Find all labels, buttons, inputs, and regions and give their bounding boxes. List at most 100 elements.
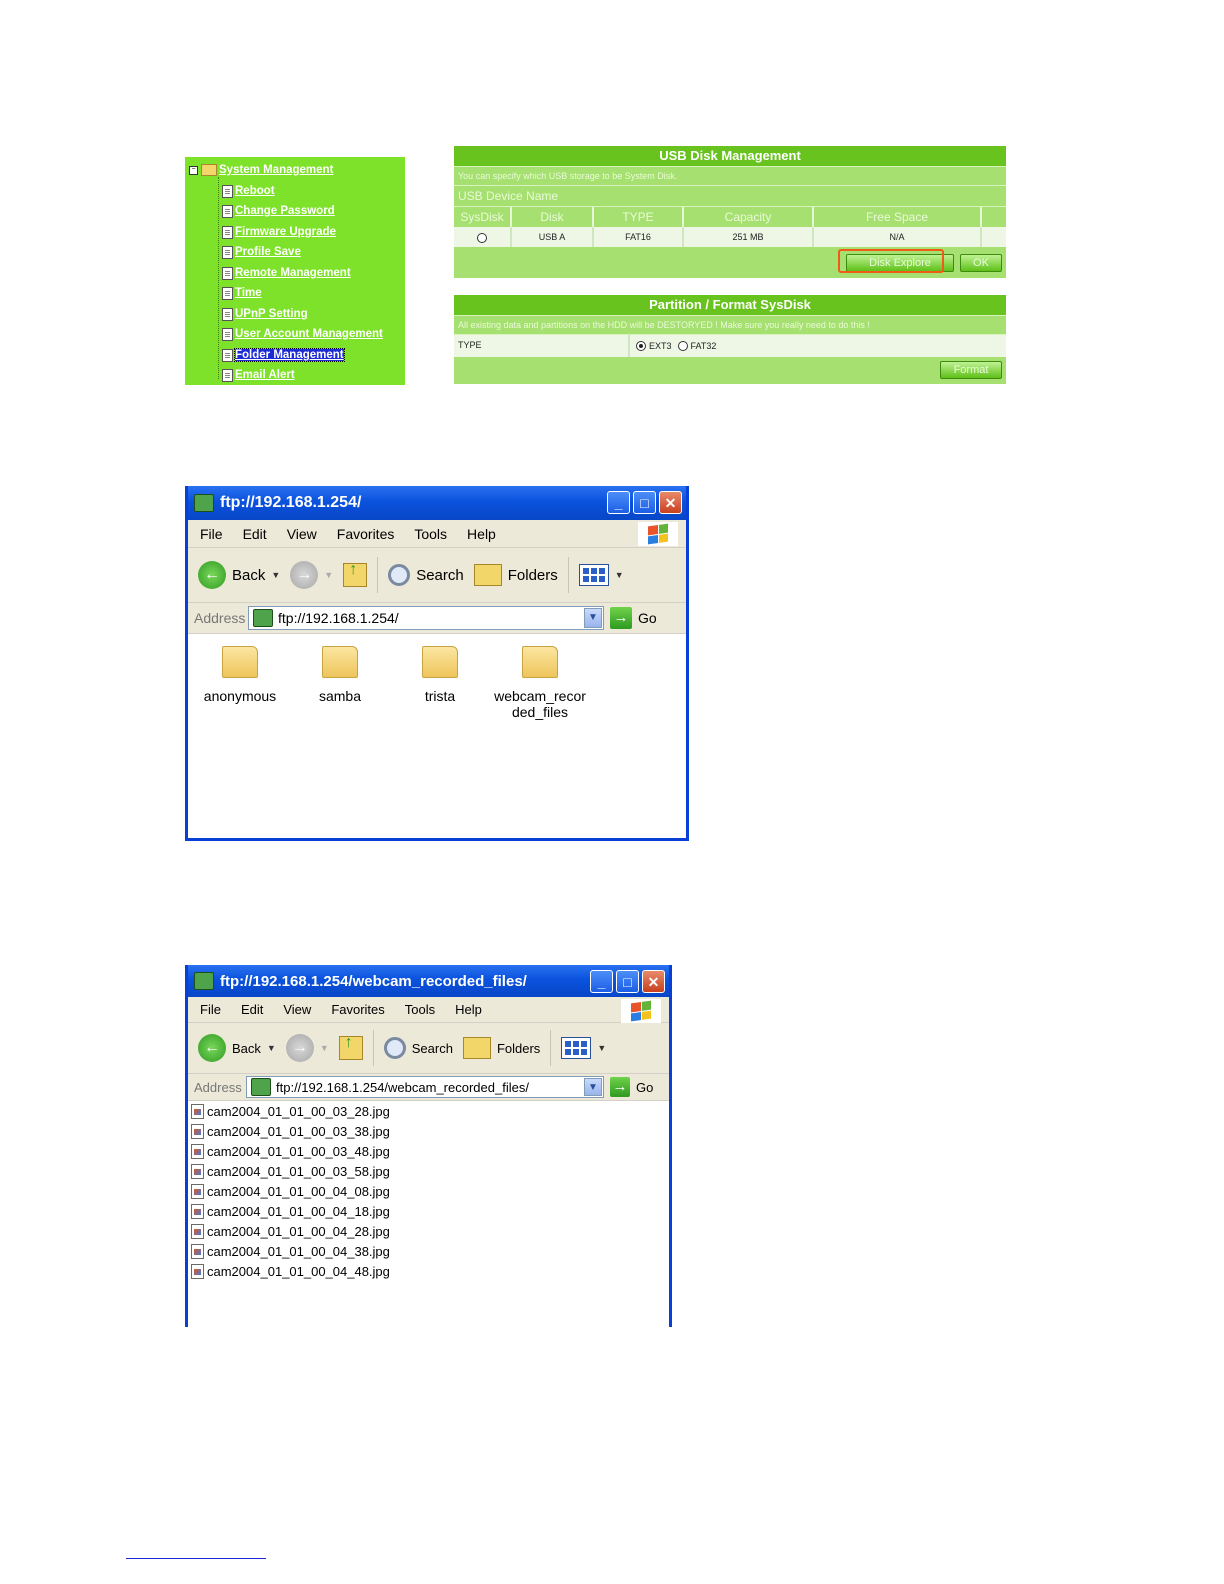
list-item[interactable]: cam2004_01_01_00_03_28.jpg [191, 1102, 390, 1121]
menu-tools[interactable]: Tools [405, 1002, 435, 1017]
collapse-icon[interactable]: − [189, 165, 198, 175]
tree-item-upnp-setting[interactable]: UPnP Setting [222, 305, 308, 323]
format-button[interactable]: Format [940, 361, 1002, 379]
list-item[interactable]: cam2004_01_01_00_03_48.jpg [191, 1142, 390, 1161]
tree-item-label[interactable]: Change Password [235, 205, 335, 217]
tree-item-label[interactable]: Time [235, 287, 262, 299]
address-input[interactable]: ftp://192.168.1.254/webcam_recorded_file… [246, 1076, 604, 1098]
tree-connector [218, 177, 220, 379]
close-button[interactable]: ✕ [659, 491, 682, 514]
tree-item-label[interactable]: User Account Management [235, 328, 383, 340]
maximize-button[interactable]: □ [633, 491, 656, 514]
tree-root[interactable]: − System Management [189, 162, 333, 178]
dropdown-arrow-icon[interactable]: ▼ [324, 570, 333, 580]
page-icon [222, 225, 233, 239]
tree-item-folder-management[interactable]: Folder Management [222, 346, 345, 364]
tree-item-time[interactable]: Time [222, 284, 262, 302]
minimize-button[interactable]: _ [607, 491, 630, 514]
title-bar[interactable]: ftp://192.168.1.254/webcam_recorded_file… [188, 965, 669, 997]
tree-item-firmware-upgrade[interactable]: Firmware Upgrade [222, 223, 336, 241]
up-button[interactable] [338, 1034, 363, 1060]
usb-device-name-label: USB Device Name [454, 185, 1006, 206]
list-item[interactable]: cam2004_01_01_00_04_28.jpg [191, 1222, 390, 1241]
folder-webcam-recorded-files[interactable]: webcam_recor ded_files [490, 646, 590, 720]
address-dropdown-icon[interactable]: ▼ [584, 608, 602, 628]
address-label: Address [194, 610, 246, 626]
go-button[interactable]: → Go [610, 1077, 653, 1097]
menu-bar: File Edit View Favorites Tools Help [188, 997, 669, 1023]
search-button[interactable]: Search [388, 564, 464, 586]
tree-item-label[interactable]: UPnP Setting [235, 308, 308, 320]
folders-button[interactable]: Folders [462, 1037, 540, 1059]
list-item[interactable]: cam2004_01_01_00_04_08.jpg [191, 1182, 390, 1201]
forward-button[interactable]: → ▼ [285, 1034, 329, 1062]
tree-item-label[interactable]: Firmware Upgrade [235, 226, 336, 238]
tree-item-label[interactable]: Remote Management [235, 267, 351, 279]
tree-item-change-password[interactable]: Change Password [222, 202, 335, 220]
menu-edit[interactable]: Edit [241, 1002, 263, 1017]
go-button[interactable]: → Go [610, 607, 657, 629]
tree-item-label[interactable]: Email Alert [235, 369, 295, 381]
ok-button[interactable]: OK [960, 254, 1002, 272]
tree-root-label[interactable]: System Management [219, 164, 333, 176]
dropdown-arrow-icon[interactable]: ▼ [320, 1043, 329, 1053]
tree-item-label[interactable]: Reboot [235, 185, 275, 197]
menu-favorites[interactable]: Favorites [331, 1002, 384, 1017]
tree-item-remote-management[interactable]: Remote Management [222, 264, 351, 282]
folder-anonymous[interactable]: anonymous [190, 646, 290, 704]
sysdisk-radio[interactable] [477, 232, 487, 243]
menu-help[interactable]: Help [455, 1002, 482, 1017]
views-button[interactable]: ▼ [561, 1037, 606, 1059]
menu-file[interactable]: File [200, 526, 223, 542]
menu-view[interactable]: View [287, 526, 317, 542]
ext3-radio[interactable] [636, 341, 646, 351]
title-bar[interactable]: ftp://192.168.1.254/ _ □ ✕ [188, 486, 686, 520]
folder-icon [522, 646, 558, 678]
tree-item-user-account-management[interactable]: User Account Management [222, 325, 383, 343]
address-input[interactable]: ftp://192.168.1.254/ ▼ [248, 606, 604, 630]
list-item[interactable]: cam2004_01_01_00_04_18.jpg [191, 1202, 390, 1221]
list-item[interactable]: cam2004_01_01_00_04_38.jpg [191, 1242, 390, 1261]
dropdown-arrow-icon[interactable]: ▼ [597, 1043, 606, 1053]
list-item[interactable]: cam2004_01_01_00_03_38.jpg [191, 1122, 390, 1141]
explorer-window-recorded-files: ftp://192.168.1.254/webcam_recorded_file… [185, 965, 672, 1327]
menu-edit[interactable]: Edit [243, 526, 267, 542]
up-button[interactable] [343, 561, 368, 587]
tree-item-label[interactable]: Folder Management [234, 348, 345, 362]
back-button[interactable]: ← Back ▼ [198, 561, 280, 589]
jpg-file-icon [191, 1244, 204, 1259]
address-dropdown-icon[interactable]: ▼ [584, 1078, 602, 1096]
folder-icon [322, 646, 358, 678]
tree-item-reboot[interactable]: Reboot [222, 182, 275, 200]
menu-help[interactable]: Help [467, 526, 496, 542]
tree-item-label[interactable]: Profile Save [235, 246, 301, 258]
close-button[interactable]: ✕ [642, 970, 665, 993]
views-button[interactable]: ▼ [578, 564, 624, 586]
col-disk: Disk [512, 207, 594, 227]
windows-logo [638, 522, 678, 546]
list-item[interactable]: cam2004_01_01_00_04_48.jpg [191, 1262, 390, 1281]
folders-button[interactable]: Folders [473, 564, 558, 586]
folder-samba[interactable]: samba [290, 646, 390, 704]
list-item[interactable]: cam2004_01_01_00_03_58.jpg [191, 1162, 390, 1181]
type-label: TYPE [454, 335, 630, 357]
file-name: cam2004_01_01_00_04_28.jpg [207, 1224, 390, 1239]
forward-button[interactable]: → ▼ [290, 561, 333, 589]
dropdown-arrow-icon[interactable]: ▼ [615, 570, 624, 580]
footnote-separator [126, 1558, 266, 1559]
menu-favorites[interactable]: Favorites [337, 526, 395, 542]
search-button[interactable]: Search [383, 1037, 453, 1059]
tree-item-email-alert[interactable]: Email Alert [222, 366, 295, 384]
dropdown-arrow-icon[interactable]: ▼ [271, 570, 280, 580]
windows-logo [621, 999, 661, 1023]
tree-item-profile-save[interactable]: Profile Save [222, 243, 301, 261]
minimize-button[interactable]: _ [590, 970, 613, 993]
maximize-button[interactable]: □ [616, 970, 639, 993]
folder-trista[interactable]: trista [390, 646, 490, 704]
menu-view[interactable]: View [283, 1002, 311, 1017]
dropdown-arrow-icon[interactable]: ▼ [267, 1043, 276, 1053]
menu-tools[interactable]: Tools [414, 526, 447, 542]
menu-file[interactable]: File [200, 1002, 221, 1017]
fat32-radio[interactable] [677, 341, 688, 351]
back-button[interactable]: ← Back ▼ [198, 1034, 276, 1062]
